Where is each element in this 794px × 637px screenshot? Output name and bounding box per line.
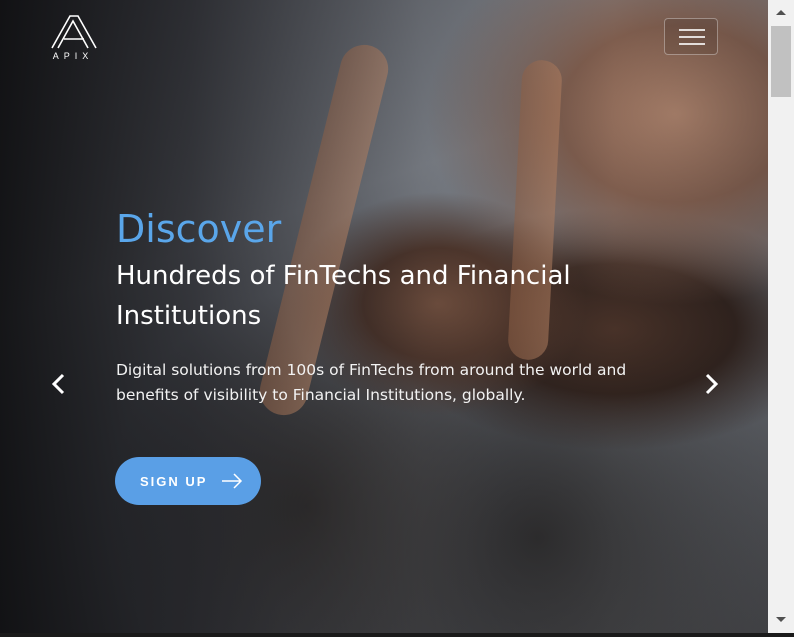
hero-discover-title: Discover (116, 207, 282, 251)
signup-label: SIGN UP (140, 473, 208, 489)
menu-toggle-button[interactable] (664, 18, 718, 55)
vertical-scrollbar[interactable] (768, 0, 794, 633)
scroll-down-button[interactable] (768, 607, 794, 633)
chevron-left-icon (51, 373, 65, 395)
carousel-prev-button[interactable] (48, 372, 70, 396)
scrollbar-thumb[interactable] (771, 26, 791, 97)
hero-description: Digital solutions from 100s of FinTechs … (116, 361, 627, 404)
signup-button[interactable]: SIGN UP (115, 457, 261, 505)
hamburger-icon (679, 29, 705, 31)
scroll-up-button[interactable] (768, 0, 794, 26)
hero-headline: Hundreds of FinTechs and Financial Insti… (116, 261, 571, 331)
logo-text: APIX (52, 51, 94, 61)
carousel-next-button[interactable] (700, 372, 722, 396)
arrow-right-icon (222, 473, 243, 489)
chevron-right-icon (705, 373, 719, 395)
